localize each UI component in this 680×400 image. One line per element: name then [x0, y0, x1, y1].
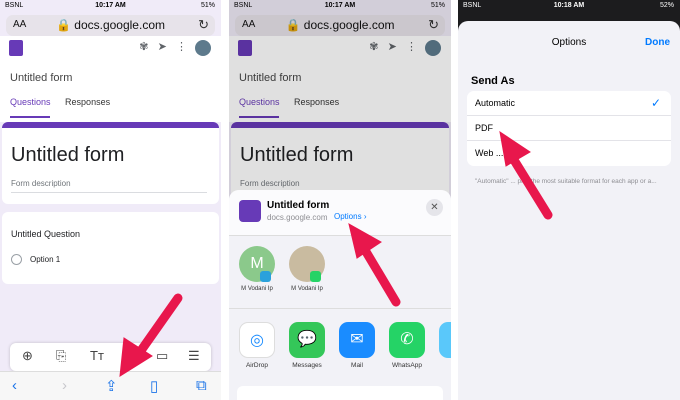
arrow-pdf-head	[499, 130, 531, 167]
arrow-pdf-line	[509, 155, 553, 220]
arrow-options-line	[360, 245, 401, 307]
annotation-arrows	[119, 130, 553, 377]
arrow-options-head	[348, 223, 382, 259]
arrow-share-line	[135, 293, 183, 357]
